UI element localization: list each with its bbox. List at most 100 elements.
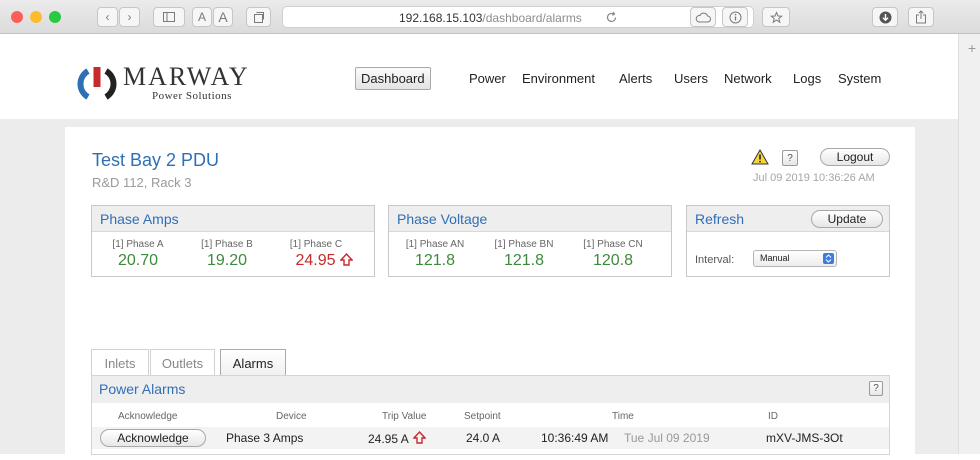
column-header-acknowledge: Acknowledge — [118, 411, 178, 422]
chevron-left-icon: ‹ — [105, 10, 110, 24]
phase-c-value-row: 24.95 — [276, 252, 372, 270]
nav-network[interactable]: Network — [724, 71, 772, 86]
phase-c-value: 24.95 — [295, 252, 336, 269]
help-button[interactable]: ? — [782, 150, 798, 166]
text-larger-icon: A — [218, 9, 228, 25]
star-icon — [769, 10, 783, 23]
alarm-setpoint: 24.0 A — [466, 431, 501, 445]
alarm-id: mXV-JMS-3Ot — [766, 431, 843, 445]
bookmark-button[interactable] — [762, 7, 790, 27]
warning-icon[interactable] — [751, 149, 769, 165]
forward-button[interactable]: › — [119, 7, 140, 27]
nav-users[interactable]: Users — [674, 71, 708, 86]
nav-logs[interactable]: Logs — [793, 71, 821, 86]
phase-b-label: [1] Phase B — [201, 239, 253, 250]
interval-value: Manual — [760, 253, 790, 263]
logo-subtitle: Power Solutions — [152, 90, 232, 102]
logout-button[interactable]: Logout — [820, 148, 890, 166]
column-header-id: ID — [768, 411, 778, 422]
zoom-window-button[interactable] — [49, 11, 61, 23]
download-icon — [879, 11, 891, 23]
url-path: /dashboard/alarms — [482, 11, 582, 25]
phase-voltage-title: Phase Voltage — [397, 211, 488, 227]
reload-icon[interactable] — [605, 11, 618, 24]
column-header-device: Device — [276, 411, 307, 422]
dashboard-panel: Test Bay 2 PDU R&D 112, Rack 3 ? Logout … — [65, 127, 915, 460]
site-header: MARWAY Power Solutions Dashboard Power E… — [0, 34, 958, 119]
back-button[interactable]: ‹ — [97, 7, 118, 27]
new-tab-icon[interactable]: + — [968, 40, 976, 56]
phase-bn-value: 121.8 — [503, 252, 545, 269]
new-tab-gutter: + — [958, 34, 980, 454]
close-window-button[interactable] — [11, 11, 23, 23]
address-bar[interactable]: 192.168.15.103/dashboard/alarms — [282, 6, 754, 28]
acknowledge-button[interactable]: Acknowledge — [100, 429, 206, 447]
last-updated-timestamp: Jul 09 2019 10:36:26 AM — [753, 172, 875, 184]
share-icon — [916, 10, 926, 24]
device-name: Test Bay 2 PDU — [92, 150, 220, 170]
text-smaller-icon: A — [197, 10, 206, 24]
alarm-time: 10:36:49 AM — [541, 431, 609, 445]
downloads-button[interactable] — [872, 7, 898, 27]
phase-a-label: [1] Phase A — [112, 239, 164, 250]
info-button[interactable] — [722, 7, 748, 27]
alarm-device: Phase 3 Amps — [226, 431, 304, 445]
info-icon — [729, 11, 741, 23]
nav-dashboard[interactable]: Dashboard — [355, 67, 431, 90]
sidebar-button[interactable] — [153, 7, 185, 27]
tab-overview-icon — [253, 12, 264, 23]
tab-alarms[interactable]: Alarms — [220, 349, 286, 376]
column-header-setpoint: Setpoint — [464, 411, 501, 422]
nav-environment[interactable]: Environment — [522, 71, 595, 86]
cloud-icon — [695, 12, 711, 22]
sidebar-icon — [163, 12, 175, 22]
phase-amps-title: Phase Amps — [100, 211, 179, 227]
alarm-trip-value-cell: 24.95 A — [368, 431, 426, 446]
phase-amps-card: Phase Amps [1] Phase A 20.70 [1] Phase B… — [91, 205, 375, 277]
refresh-header: Refresh Update — [687, 206, 889, 232]
marway-logo-icon — [77, 67, 117, 100]
power-alarms-card: Power Alarms ? Acknowledge Device Trip V… — [91, 375, 890, 455]
icloud-button[interactable] — [690, 7, 716, 27]
select-caret-icon — [823, 253, 834, 264]
chevron-right-icon: › — [127, 10, 132, 24]
nav-alerts[interactable]: Alerts — [619, 71, 652, 86]
phase-voltage-card: Phase Voltage [1] Phase AN 121.8 [1] Pha… — [388, 205, 672, 277]
power-alarms-header: Power Alarms ? — [92, 376, 889, 403]
page: + MARWAY Power Solutions Dashboard Power… — [0, 34, 980, 460]
nav-power[interactable]: Power — [469, 71, 506, 86]
phase-c-label: [1] Phase C — [289, 239, 343, 250]
logo-title: MARWAY — [123, 62, 250, 91]
alarm-date: Tue Jul 09 2019 — [624, 431, 710, 445]
phase-an-label: [1] Phase AN — [405, 239, 465, 250]
refresh-card: Refresh Update Interval: Manual — [686, 205, 890, 277]
tab-outlets[interactable]: Outlets — [150, 349, 215, 376]
reader-text-larger-button[interactable]: A — [213, 7, 233, 27]
reader-text-smaller-button[interactable]: A — [192, 7, 212, 27]
tab-inlets[interactable]: Inlets — [91, 349, 149, 376]
alarm-trip-value: 24.95 A — [368, 432, 409, 446]
arrow-up-icon — [412, 431, 426, 444]
phase-amps-header: Phase Amps — [92, 206, 374, 232]
phase-an-value: 121.8 — [414, 252, 456, 269]
browser-toolbar: ‹ › A A 192.168.15.103/dashboard/alarms — [0, 0, 980, 34]
interval-select[interactable]: Manual — [753, 250, 837, 267]
column-header-time: Time — [612, 411, 634, 422]
alarms-help-button[interactable]: ? — [869, 381, 883, 396]
phase-b-value: 19.20 — [206, 252, 248, 269]
share-button[interactable] — [908, 7, 934, 27]
column-header-trip-value: Trip Value — [382, 411, 427, 422]
phase-cn-value: 120.8 — [592, 252, 634, 269]
arrow-up-icon — [339, 253, 353, 266]
minimize-window-button[interactable] — [30, 11, 42, 23]
interval-label: Interval: — [695, 254, 735, 266]
phase-voltage-header: Phase Voltage — [389, 206, 671, 232]
url-text: 192.168.15.103/dashboard/alarms — [399, 11, 582, 25]
refresh-title: Refresh — [695, 211, 745, 227]
phase-a-value: 20.70 — [117, 252, 159, 269]
update-button[interactable]: Update — [811, 210, 883, 228]
phase-cn-label: [1] Phase CN — [583, 239, 643, 250]
tab-overview-button[interactable] — [246, 7, 271, 27]
nav-system[interactable]: System — [838, 71, 881, 86]
phase-bn-label: [1] Phase BN — [494, 239, 554, 250]
